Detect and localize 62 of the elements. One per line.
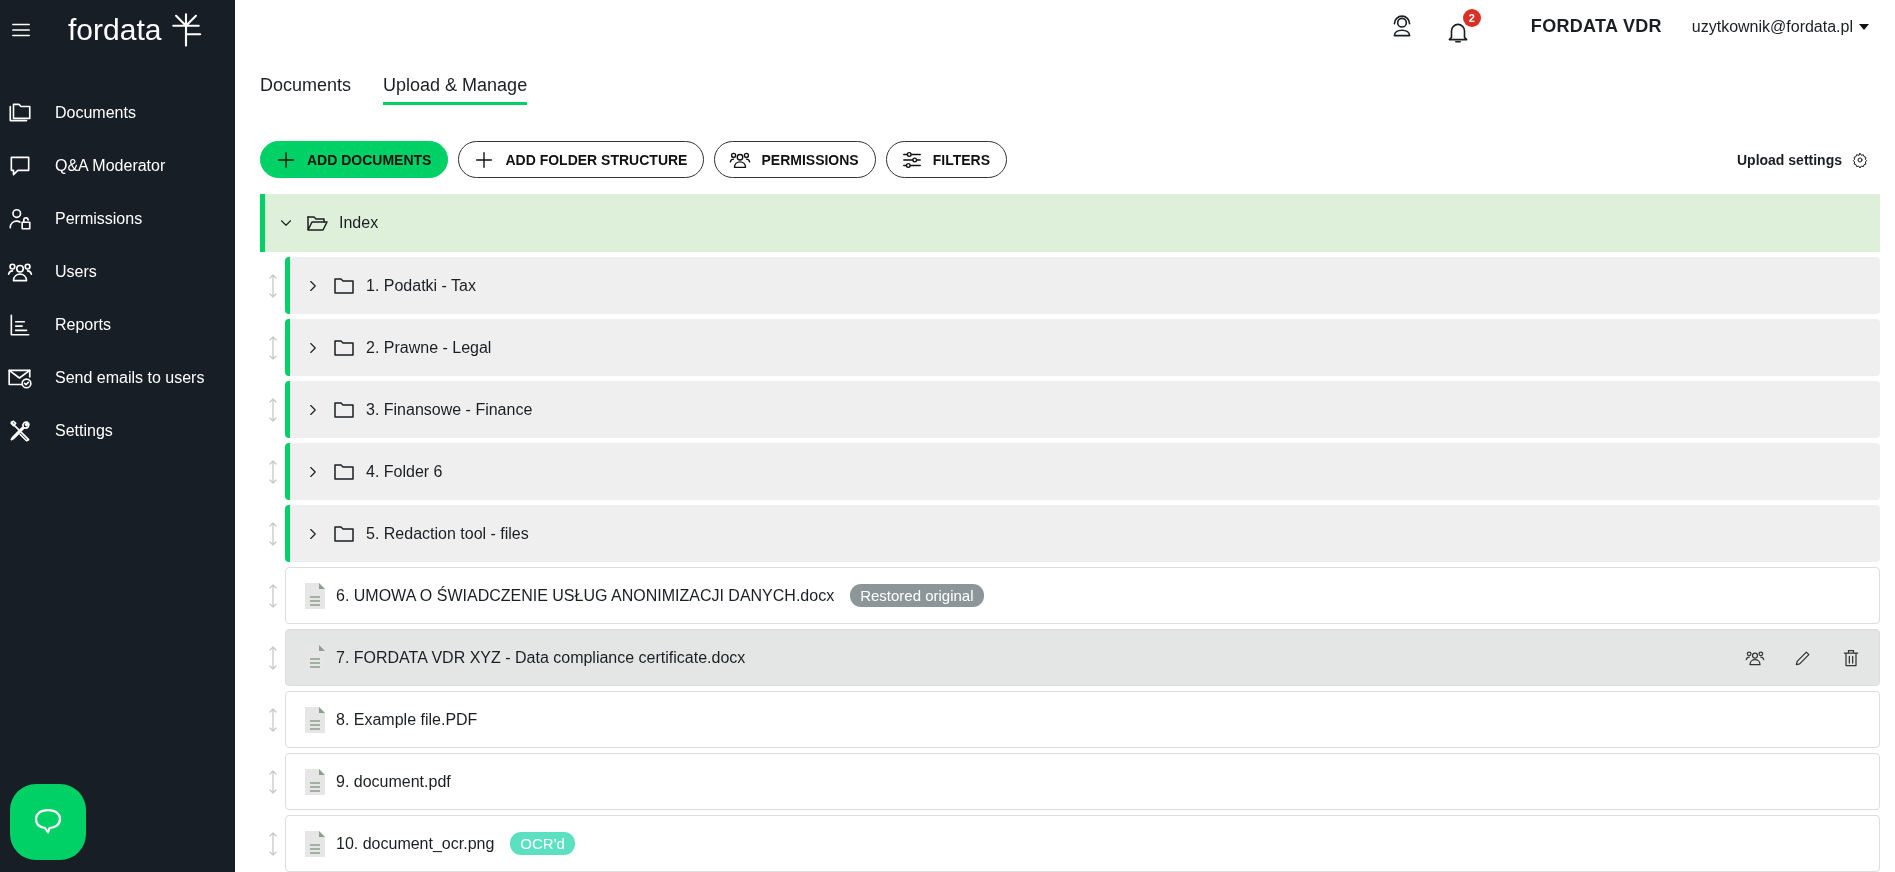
nav-item[interactable]: Reports — [0, 298, 235, 351]
trash-icon — [1841, 647, 1861, 668]
folder-row[interactable]: 2. Prawne - Legal — [285, 319, 1880, 376]
brand-name: FORDATA VDR — [1530, 16, 1662, 37]
document-icon — [304, 581, 326, 610]
folder-name: 5. Redaction tool - files — [366, 524, 529, 543]
folder-name: 4. Folder 6 — [366, 462, 443, 481]
drag-handle-icon[interactable] — [268, 335, 277, 360]
nav-item[interactable]: Permissions — [0, 192, 235, 245]
document-icon — [304, 767, 326, 796]
toolbar-button[interactable]: ADD DOCUMENTS — [260, 141, 449, 178]
tree-root-row[interactable]: Index — [260, 194, 1880, 252]
caret-icon — [1858, 22, 1870, 31]
folder-row[interactable]: 3. Finansowe - Finance — [285, 381, 1880, 438]
file-row[interactable]: 8. Example file.PDF — [285, 691, 1880, 748]
tab[interactable]: Documents — [260, 75, 352, 105]
file-row[interactable]: 7. FORDATA VDR XYZ - Data compliance certificate.docx — [285, 629, 1880, 686]
folder-name: 1. Podatki - Tax — [366, 276, 476, 295]
drag-handle-icon[interactable] — [268, 707, 277, 732]
toolbar-button[interactable]: FILTERS — [885, 141, 1007, 178]
file-row[interactable]: 10. document_ocr.png OCR'd — [285, 815, 1880, 872]
file-row[interactable]: 6. UMOWA O ŚWIADCZENIE USŁUG ANONIMIZACJI DANYCH.docx Restored original — [285, 567, 1880, 624]
nav-item[interactable]: Q&A Moderator — [0, 139, 235, 192]
nav-item[interactable]: Documents — [0, 86, 235, 139]
file-name: 10. document_ocr.png — [336, 834, 495, 853]
file-name: 6. UMOWA O ŚWIADCZENIE USŁUG ANONIMIZACJI DANYCH.docx — [336, 586, 835, 605]
document-icon — [304, 829, 326, 858]
toolbar-button[interactable]: PERMISSIONS — [714, 141, 876, 178]
notifications-button[interactable]: 2 — [1444, 8, 1481, 45]
drag-handle-icon[interactable] — [268, 521, 277, 546]
drag-handle-icon[interactable] — [268, 769, 277, 794]
folder-row[interactable]: 1. Podatki - Tax — [285, 257, 1880, 314]
folder-name: 3. Finansowe - Finance — [366, 400, 533, 419]
status-badge: Restored original — [850, 584, 984, 607]
logo-text: fordata — [68, 13, 162, 47]
document-icon — [304, 705, 326, 734]
file-name: 9. document.pdf — [336, 772, 451, 791]
folder-name: 2. Prawne - Legal — [366, 338, 492, 357]
drag-handle-icon[interactable] — [268, 831, 277, 856]
file-row[interactable]: 9. document.pdf — [285, 753, 1880, 810]
user-menu[interactable]: uzytkownik@fordata.pl — [1691, 17, 1870, 36]
nav-item[interactable]: Settings — [0, 404, 235, 457]
logo-mark-icon — [169, 13, 204, 47]
chat-button[interactable] — [10, 784, 86, 860]
gear-icon — [1852, 151, 1868, 168]
drag-handle-icon[interactable] — [268, 273, 277, 298]
drag-handle-icon[interactable] — [268, 459, 277, 484]
folder-name: Index — [339, 214, 379, 232]
folder-row[interactable]: 4. Folder 6 — [285, 443, 1880, 500]
status-badge: OCR'd — [510, 832, 575, 855]
upload-settings-link[interactable]: Upload settings — [1737, 151, 1880, 168]
file-name: 7. FORDATA VDR XYZ - Data compliance certificate.docx — [336, 648, 746, 667]
folder-row[interactable]: 5. Redaction tool - files — [285, 505, 1880, 562]
drag-handle-icon[interactable] — [268, 583, 277, 608]
file-name: 8. Example file.PDF — [336, 710, 478, 729]
notification-count: 2 — [1462, 8, 1481, 27]
toolbar-button[interactable]: ADD FOLDER STRUCTURE — [458, 141, 705, 178]
drag-handle-icon[interactable] — [268, 645, 277, 670]
nav-item[interactable]: Users — [0, 245, 235, 298]
nav-item[interactable]: Send emails to users — [0, 351, 235, 404]
drag-handle-icon[interactable] — [268, 397, 277, 422]
tab[interactable]: Upload & Manage — [383, 75, 528, 105]
